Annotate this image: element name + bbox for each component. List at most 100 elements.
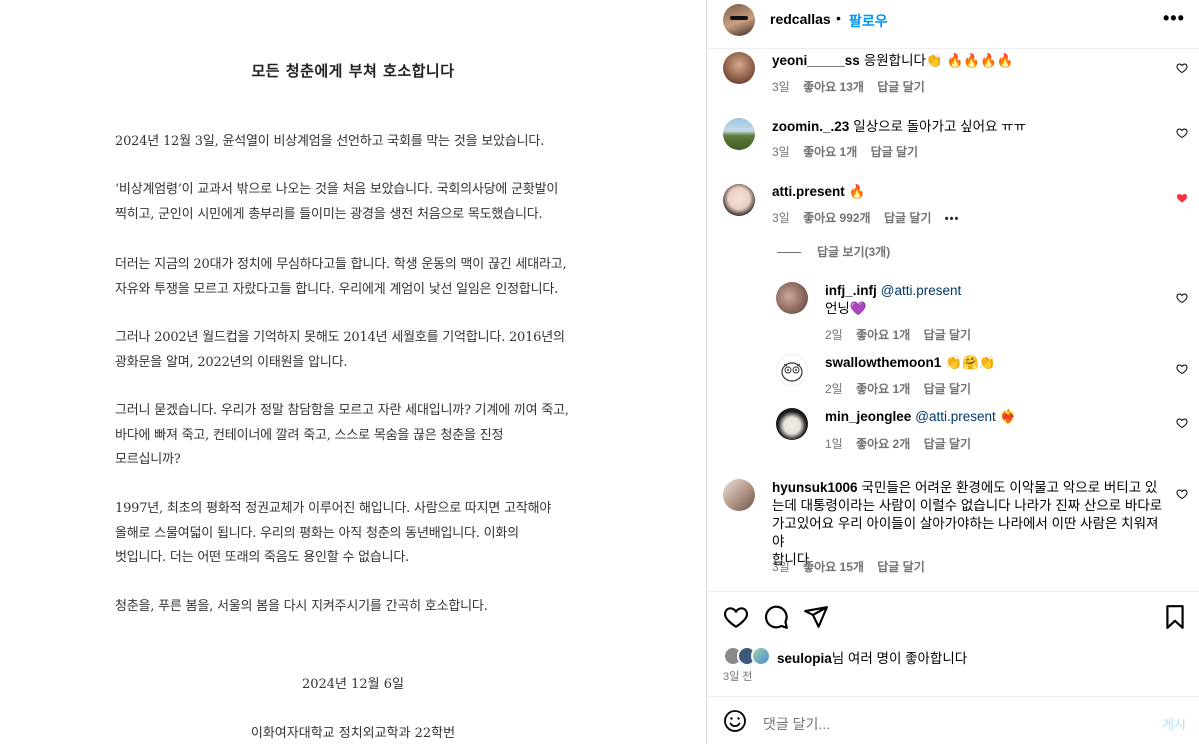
document-paragraph-1: 2024년 12월 3일, 윤석열이 비상계엄을 선언하고 국회를 막는 것을 …: [115, 130, 595, 155]
like-icon[interactable]: [723, 604, 749, 630]
comment-line: hyunsuk1006 국민들은 어려운 환경에도 이악물고 악으로 버티고 있: [772, 479, 1167, 497]
emoji-icon[interactable]: [723, 709, 747, 733]
view-replies-label[interactable]: 답글 보기(3개): [817, 245, 890, 259]
comment-age: 3일: [772, 211, 790, 225]
comment-composer: 댓글 달기... 게시: [707, 696, 1199, 744]
separator-dot: •: [836, 10, 841, 26]
commenter-avatar[interactable]: [723, 479, 755, 511]
reply-meta: 2일 좋아요 1개 답글 달기: [825, 326, 981, 343]
sunglasses-shape: [730, 16, 748, 20]
like-heart-icon[interactable]: [1176, 417, 1188, 429]
replier-username[interactable]: min_jeonglee: [825, 409, 911, 424]
liker-avatar[interactable]: [751, 646, 771, 666]
document-title: 모든 청춘에게 부쳐 호소합니다: [251, 62, 455, 80]
like-heart-icon[interactable]: [1176, 127, 1188, 139]
comment-meta: 3일 좋아요 992개 답글 달기 •••: [772, 209, 969, 226]
comment-text: hyunsuk1006 국민들은 어려운 환경에도 이악물고 악으로 버티고 있 …: [772, 479, 1167, 569]
replier-username[interactable]: infj_.infj: [825, 283, 877, 298]
commenter-avatar[interactable]: [723, 184, 755, 216]
comment-likes[interactable]: 좋아요 13개: [803, 80, 864, 94]
replier-avatar[interactable]: [776, 282, 808, 314]
author-username[interactable]: redcallas: [770, 11, 831, 27]
comment-body: 🔥: [848, 184, 866, 199]
liked-heart-icon[interactable]: [1176, 192, 1188, 204]
replier-avatar[interactable]: [776, 408, 808, 440]
like-heart-icon[interactable]: [1176, 62, 1188, 74]
comment-age: 3일: [772, 145, 790, 159]
commenter-username[interactable]: zoomin._.23: [772, 119, 849, 134]
comment-age: 3일: [772, 80, 790, 94]
comment-meta: 3일 좋아요 15개 답글 달기: [772, 558, 935, 575]
comment-icon[interactable]: [763, 604, 789, 630]
document-paragraph-2: ‘비상계엄령’이 교과서 밖으로 나오는 것을 처음 보았습니다. 국회의사당에…: [115, 178, 595, 227]
follow-button[interactable]: 팔로우: [849, 11, 888, 31]
view-replies-button[interactable]: 답글 보기(3개): [777, 243, 890, 260]
document-line: 모르십니까?: [115, 452, 181, 467]
comment-text: atti.present 🔥: [772, 183, 866, 201]
reply-body: 👏🤗👏: [945, 355, 996, 370]
comment-likes[interactable]: 좋아요 992개: [803, 211, 871, 225]
document-line: 자유와 투쟁을 모르고 자랐다고들 합니다. 우리에게 계엄이 낯선 일임은 인…: [115, 281, 559, 297]
reply-likes[interactable]: 좋아요 1개: [856, 382, 910, 396]
reply-body: ❤️‍🔥: [999, 409, 1017, 424]
document-line: 1997년, 최초의 평화적 정권교체가 이루어진 해입니다. 사람으로 따지면…: [115, 501, 552, 516]
reply-mention[interactable]: @atti.present: [915, 409, 996, 424]
document-paragraph-4: 그러나 2002년 월드컵을 기억하지 못해도 2014년 세월호를 기억합니다…: [115, 326, 595, 375]
likes-text: seulopia님 여러 명이 좋아합니다: [777, 647, 967, 667]
comment-body: 일상으로 돌아가고 싶어요 ㅠㅠ: [853, 119, 1026, 134]
reply-likes[interactable]: 좋아요 1개: [856, 328, 910, 342]
header-divider: [707, 48, 1199, 49]
comments-divider: [707, 591, 1199, 592]
comment-likes[interactable]: 좋아요 1개: [803, 145, 857, 159]
document-line: 2024년 12월 3일, 윤석열이 비상계엄을 선언하고 국회를 막는 것을 …: [115, 134, 545, 149]
reply-likes[interactable]: 좋아요 2개: [856, 437, 910, 451]
like-heart-icon[interactable]: [1176, 363, 1188, 375]
commenter-avatar[interactable]: [723, 118, 755, 150]
like-heart-icon[interactable]: [1176, 292, 1188, 304]
document-line: 벗입니다. 더는 어떤 또래의 죽음도 용인할 수 없습니다.: [115, 550, 410, 565]
reply-button[interactable]: 답글 달기: [871, 145, 919, 159]
comment-body: 응원합니다👏 🔥🔥🔥🔥: [863, 53, 1014, 68]
reply-button[interactable]: 답글 달기: [877, 560, 925, 574]
share-icon[interactable]: [803, 604, 829, 630]
liker-username[interactable]: seulopia: [777, 651, 832, 666]
commenter-username[interactable]: atti.present: [772, 184, 845, 199]
post-sidebar: redcallas • 팔로우 ••• yeoni_____ss 응원합니다👏 🔥…: [706, 0, 1199, 744]
post-actions: [707, 602, 1199, 632]
document-line: 그러나 2002년 월드컵을 기억하지 못해도 2014년 세월호를 기억합니다…: [115, 330, 565, 345]
more-options-icon[interactable]: •••: [1163, 8, 1185, 29]
commenter-username[interactable]: yeoni_____ss: [772, 53, 860, 68]
document-paragraph-7: 청춘을, 푸른 봄을, 서울의 봄을 다시 지켜주시기를 간곡히 호소합니다.: [115, 595, 595, 620]
document-line: 올해로 스물여덟이 됩니다. 우리의 평화는 아직 청춘의 동년배입니다. 이화…: [115, 525, 519, 541]
bookmark-icon[interactable]: [1163, 604, 1187, 630]
commenter-avatar[interactable]: [723, 52, 755, 84]
reply-button[interactable]: 답글 달기: [924, 437, 972, 451]
document-paragraph-6: 1997년, 최초의 평화적 정권교체가 이루어진 해입니다. 사람으로 따지면…: [115, 497, 595, 571]
comment-options-icon[interactable]: •••: [945, 213, 960, 225]
post-time[interactable]: 3일 전: [723, 668, 752, 684]
document-signature: 이화여자대학교 정치외교학과 22학번: [250, 726, 456, 741]
comment-meta: 3일 좋아요 1개 답글 달기: [772, 143, 928, 160]
document-line: 찍히고, 군인이 시민에게 총부리를 들이미는 광경을 생전 처음으로 목도했습…: [115, 206, 543, 222]
post-comment-button[interactable]: 게시: [1162, 714, 1186, 733]
document-paragraph-5: 그러니 묻겠습니다. 우리가 정말 참담함을 모르고 자란 세대입니까? 기계에…: [115, 399, 595, 473]
post-image-document: 모든 청춘에게 부쳐 호소합니다 2024년 12월 3일, 윤석열이 비상계엄…: [0, 0, 706, 744]
commenter-username[interactable]: hyunsuk1006: [772, 480, 858, 495]
document-line: 그러니 묻겠습니다. 우리가 정말 참담함을 모르고 자란 세대입니까? 기계에…: [115, 403, 569, 418]
author-avatar[interactable]: [723, 4, 755, 36]
like-heart-icon[interactable]: [1176, 488, 1188, 500]
reply-button[interactable]: 답글 달기: [924, 382, 972, 396]
reply-button[interactable]: 답글 달기: [924, 328, 972, 342]
replier-username[interactable]: swallowthemoon1: [825, 355, 941, 370]
comment-input[interactable]: 댓글 달기...: [763, 714, 830, 734]
replies-line: [777, 252, 801, 254]
reply-mention[interactable]: @atti.present: [881, 283, 962, 298]
reply-button[interactable]: 답글 달기: [884, 211, 932, 225]
replier-avatar[interactable]: [776, 354, 808, 386]
document-date: 2024년 12월 6일: [301, 677, 405, 692]
reply-text: infj_.infj @atti.present 언닝💜: [825, 282, 1155, 318]
reply-age: 2일: [825, 328, 843, 342]
reply-meta: 2일 좋아요 1개 답글 달기: [825, 380, 981, 397]
comment-likes[interactable]: 좋아요 15개: [803, 560, 864, 574]
reply-button[interactable]: 답글 달기: [877, 80, 925, 94]
